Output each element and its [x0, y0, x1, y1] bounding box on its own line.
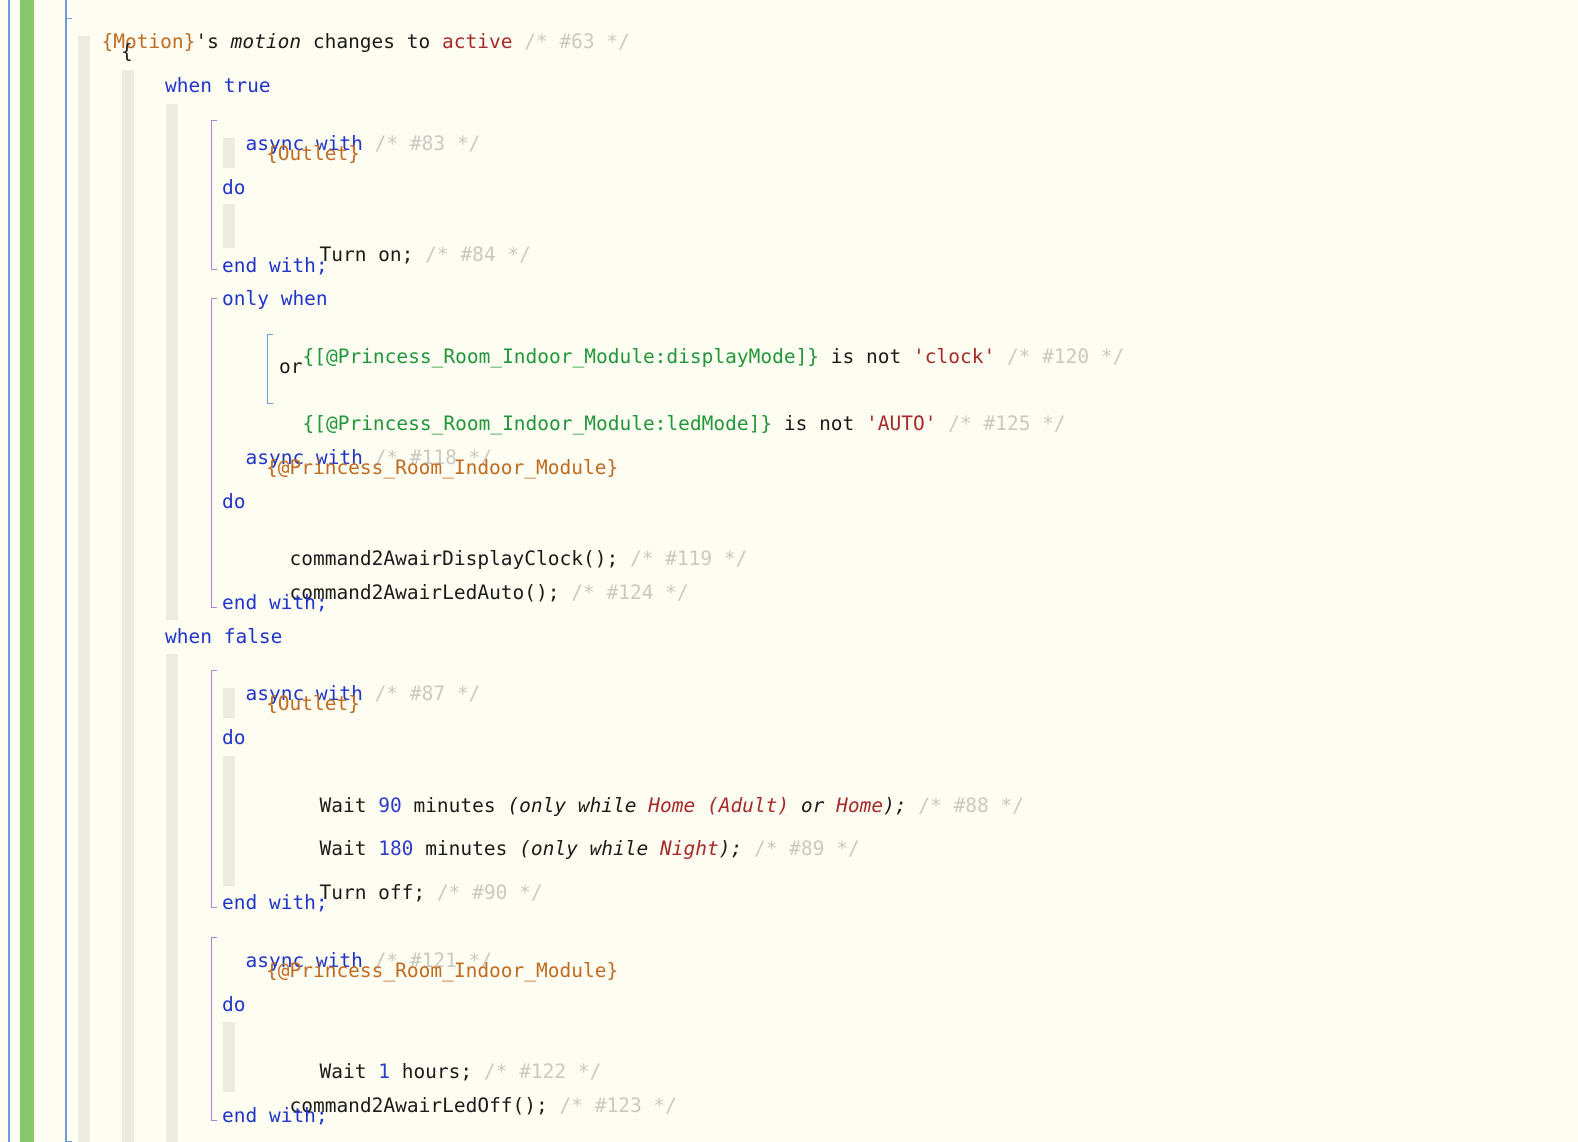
when-true-label[interactable]: when true [165, 74, 271, 98]
operator: is not [783, 412, 855, 435]
command-led-auto[interactable]: command2AwairLedAuto(); /* #124 */ [266, 557, 689, 605]
async-bracket-4 [210, 937, 218, 1121]
when-false-label[interactable]: when false [165, 625, 282, 649]
do-label: do [222, 176, 246, 199]
indent-guide-1 [78, 36, 90, 1142]
statement-header[interactable]: {Motion}'s motion changes to active /* #… [78, 6, 630, 54]
possessive: 's [195, 30, 219, 53]
close-paren: ); [718, 837, 743, 860]
wait-180-task[interactable]: Wait 180 minutes (only while Night); /* … [296, 813, 860, 861]
comment: /* #89 */ [753, 837, 860, 860]
end-with-label: end with; [222, 591, 328, 614]
only-when-label[interactable]: only when [222, 287, 328, 311]
turn-on-task[interactable]: Turn on; /* #84 */ [296, 219, 531, 267]
indent-guide-false [166, 654, 178, 1142]
condition-bracket [266, 334, 274, 404]
statement-comment: /* #63 */ [524, 30, 630, 53]
location-mode: Night [660, 837, 719, 860]
do-label: do [222, 726, 246, 749]
task-text: command2AwairLedAuto(); [289, 581, 560, 604]
comment: /* #87 */ [374, 682, 481, 705]
indent-guide-a3do [223, 756, 235, 886]
string-value: 'clock' [913, 345, 996, 368]
comment: /* #84 */ [425, 243, 531, 266]
gutter-green-bar [20, 0, 34, 1142]
task-text: command2AwairLedOff(); [289, 1094, 548, 1117]
task-text: Turn on; [319, 243, 414, 266]
condition-displaymode[interactable]: {[@Princess_Room_Indoor_Module:displayMo… [279, 321, 1124, 369]
device-indoor-module[interactable]: {@Princess_Room_Indoor_Module} [266, 959, 618, 983]
variable: {[@Princess_Room_Indoor_Module:displayMo… [302, 345, 820, 368]
comment: /* #120 */ [1006, 345, 1125, 368]
indent-guide-a1do [223, 204, 235, 248]
end-with-label: end with; [222, 254, 328, 277]
comment: /* #90 */ [436, 881, 543, 904]
comment: /* #125 */ [948, 412, 1066, 435]
do-label: do [222, 993, 246, 1016]
changes-to: changes to [312, 30, 431, 53]
attribute-name: motion [230, 30, 302, 53]
indent-guide-2 [122, 70, 134, 1142]
async-bracket-2 [210, 298, 218, 608]
device-outlet[interactable]: {Outlet} [266, 692, 360, 716]
close-paren: ); [883, 794, 907, 817]
trigger-value: active [442, 30, 513, 53]
comment: /* #124 */ [571, 581, 689, 604]
wait-90-task[interactable]: Wait 90 minutes (only while Home (Adult)… [296, 770, 1024, 818]
operator: is not [830, 345, 902, 368]
device-indoor-module[interactable]: {@Princess_Room_Indoor_Module} [266, 456, 618, 480]
comment: /* #123 */ [559, 1094, 677, 1117]
async-bracket-3 [210, 670, 218, 908]
comment: /* #83 */ [374, 132, 481, 155]
end-with-label: end with; [222, 1104, 328, 1127]
comment: /* #88 */ [918, 794, 1025, 817]
device-outlet[interactable]: {Outlet} [266, 142, 360, 166]
or-operator[interactable]: or [279, 355, 302, 379]
do-label: do [222, 490, 246, 513]
async-bracket-1 [210, 120, 218, 270]
device-name[interactable]: {Motion} [101, 30, 195, 53]
indent-guide-true [166, 104, 178, 620]
statement-bracket [65, 18, 73, 1142]
turn-off-task[interactable]: Turn off; /* #90 */ [296, 857, 543, 905]
end-with-label: end with; [222, 891, 328, 914]
gutter-line-outer [8, 0, 10, 1142]
string-value: 'AUTO' [866, 412, 937, 435]
open-brace: { [121, 40, 133, 63]
indent-guide-a4do [223, 1022, 235, 1092]
task-text: Turn off; [319, 881, 426, 904]
